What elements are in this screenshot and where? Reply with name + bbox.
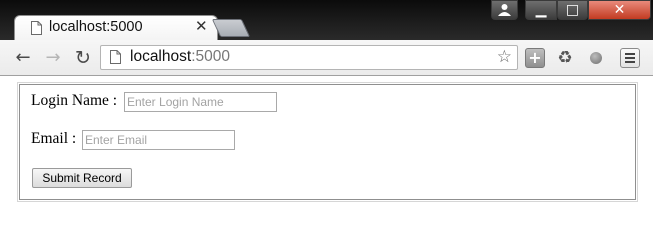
circle-icon[interactable] — [590, 52, 602, 64]
close-icon: ✕ — [613, 2, 626, 18]
star-icon[interactable]: ☆ — [497, 46, 512, 69]
user-profile-button[interactable] — [491, 0, 518, 20]
url-host: localhost — [130, 48, 192, 65]
user-icon — [498, 4, 511, 16]
close-tab-icon[interactable]: ✕ — [195, 17, 208, 35]
url-text: localhost:5000 — [130, 48, 230, 66]
maximize-icon: □ — [565, 2, 580, 18]
login-name-label: Login Name : — [31, 92, 118, 109]
submit-record-button[interactable]: Submit Record — [32, 168, 132, 188]
close-window-button[interactable]: ✕ — [588, 0, 651, 20]
browser-toolbar: ← → ↻ localhost:5000 ☆ + ♻ — [0, 40, 653, 76]
minimize-button[interactable]: ▁ — [525, 0, 557, 20]
email-input[interactable] — [82, 130, 235, 150]
browser-tab[interactable]: localhost:5000 ✕ — [14, 15, 218, 42]
login-name-input[interactable] — [124, 92, 277, 112]
email-label: Email : — [31, 130, 77, 147]
hamburger-menu-icon[interactable] — [620, 48, 640, 68]
address-bar[interactable]: localhost:5000 ☆ — [100, 45, 518, 70]
maximize-button[interactable]: □ — [557, 0, 588, 20]
tab-title: localhost:5000 — [49, 19, 143, 35]
arrow-right-icon[interactable]: → — [42, 47, 64, 69]
plus-extension-icon[interactable]: + — [525, 48, 545, 68]
arrow-left-icon[interactable]: ← — [12, 47, 34, 69]
recycle-icon[interactable]: ♻ — [555, 48, 575, 68]
reload-icon[interactable]: ↻ — [72, 47, 94, 69]
minimize-icon: ▁ — [535, 2, 547, 18]
url-port: :5000 — [191, 48, 230, 65]
page-icon — [31, 21, 42, 35]
page-icon — [110, 50, 121, 64]
